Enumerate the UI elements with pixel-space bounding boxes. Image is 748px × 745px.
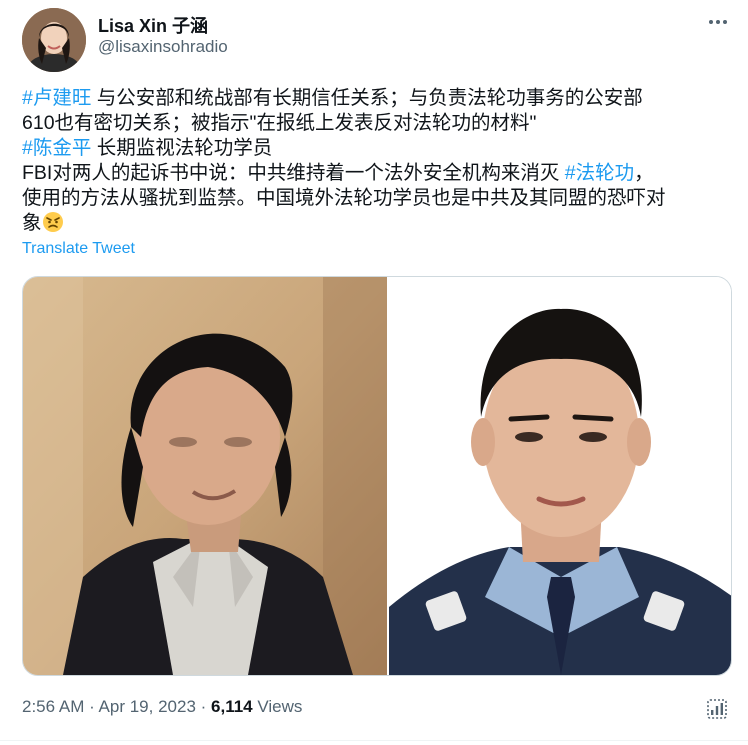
tweet-text-segment: 610也有密切关系；被指示"在报纸上发表反对法轮功的材料" (22, 112, 537, 134)
tweet-text-segment: 使用的方法从骚扰到监禁。中国境外法轮功学员也是中共及其同盟的恐吓对 (22, 187, 666, 209)
author-handle[interactable]: @lisaxinsohradio (98, 37, 228, 57)
man-in-dark-jacket-photo[interactable] (23, 277, 387, 675)
tweet-text-segment: 长期监视法轮功学员 (91, 137, 273, 159)
tweet-line-4: FBI对两人的起诉书中说：中共维持着一个法外安全机构来消灭 #法轮功， (22, 161, 722, 186)
meta-separator: · (84, 697, 99, 716)
tweet-line-3: #陈金平 长期监视法轮功学员 (22, 136, 722, 161)
angry-face-emoji (42, 211, 64, 240)
analytics-icon[interactable] (705, 697, 729, 721)
hashtag-link[interactable]: #法轮功 (565, 162, 634, 184)
meta-separator: · (195, 697, 212, 716)
tweet-line-1: #卢建旺 与公安部和统战部有长期信任关系；与负责法轮功事务的公安部 (22, 86, 722, 111)
tweet-line-5: 使用的方法从骚扰到监禁。中国境外法轮功学员也是中共及其同盟的恐吓对 (22, 186, 722, 211)
views-count: 6,114 (211, 697, 253, 716)
avatar[interactable] (22, 8, 86, 72)
tweet-media[interactable] (22, 276, 732, 676)
hashtag-link[interactable]: #卢建旺 (22, 87, 91, 109)
tweet-date[interactable]: Apr 19, 2023 (99, 697, 196, 716)
author-name[interactable]: Lisa Xin 子涵 (98, 12, 208, 38)
translate-tweet-link[interactable]: Translate Tweet (22, 240, 135, 258)
divider (0, 740, 748, 741)
avatar-image (22, 8, 86, 72)
tweet-meta: 2:56 AM · Apr 19, 2023 · 6,114 Views (22, 697, 302, 717)
tweet-time[interactable]: 2:56 AM (22, 697, 84, 716)
tweet-line-6: 象 (22, 211, 722, 240)
tweet-text: #卢建旺 与公安部和统战部有长期信任关系；与负责法轮功事务的公安部 610也有密… (22, 86, 722, 240)
police-officer-portrait-photo[interactable] (387, 277, 731, 675)
tweet-line-2: 610也有密切关系；被指示"在报纸上发表反对法轮功的材料" (22, 111, 722, 136)
tweet-text-segment: 象 (22, 212, 42, 234)
hashtag-link[interactable]: #陈金平 (22, 137, 91, 159)
tweet-text-segment: 与公安部和统战部有长期信任关系；与负责法轮功事务的公安部 (91, 87, 643, 109)
views-label: Views (252, 697, 303, 716)
tweet-text-segment: FBI对两人的起诉书中说：中共维持着一个法外安全机构来消灭 (22, 162, 565, 184)
more-icon[interactable] (706, 10, 730, 34)
tweet-text-segment: ， (634, 162, 654, 184)
